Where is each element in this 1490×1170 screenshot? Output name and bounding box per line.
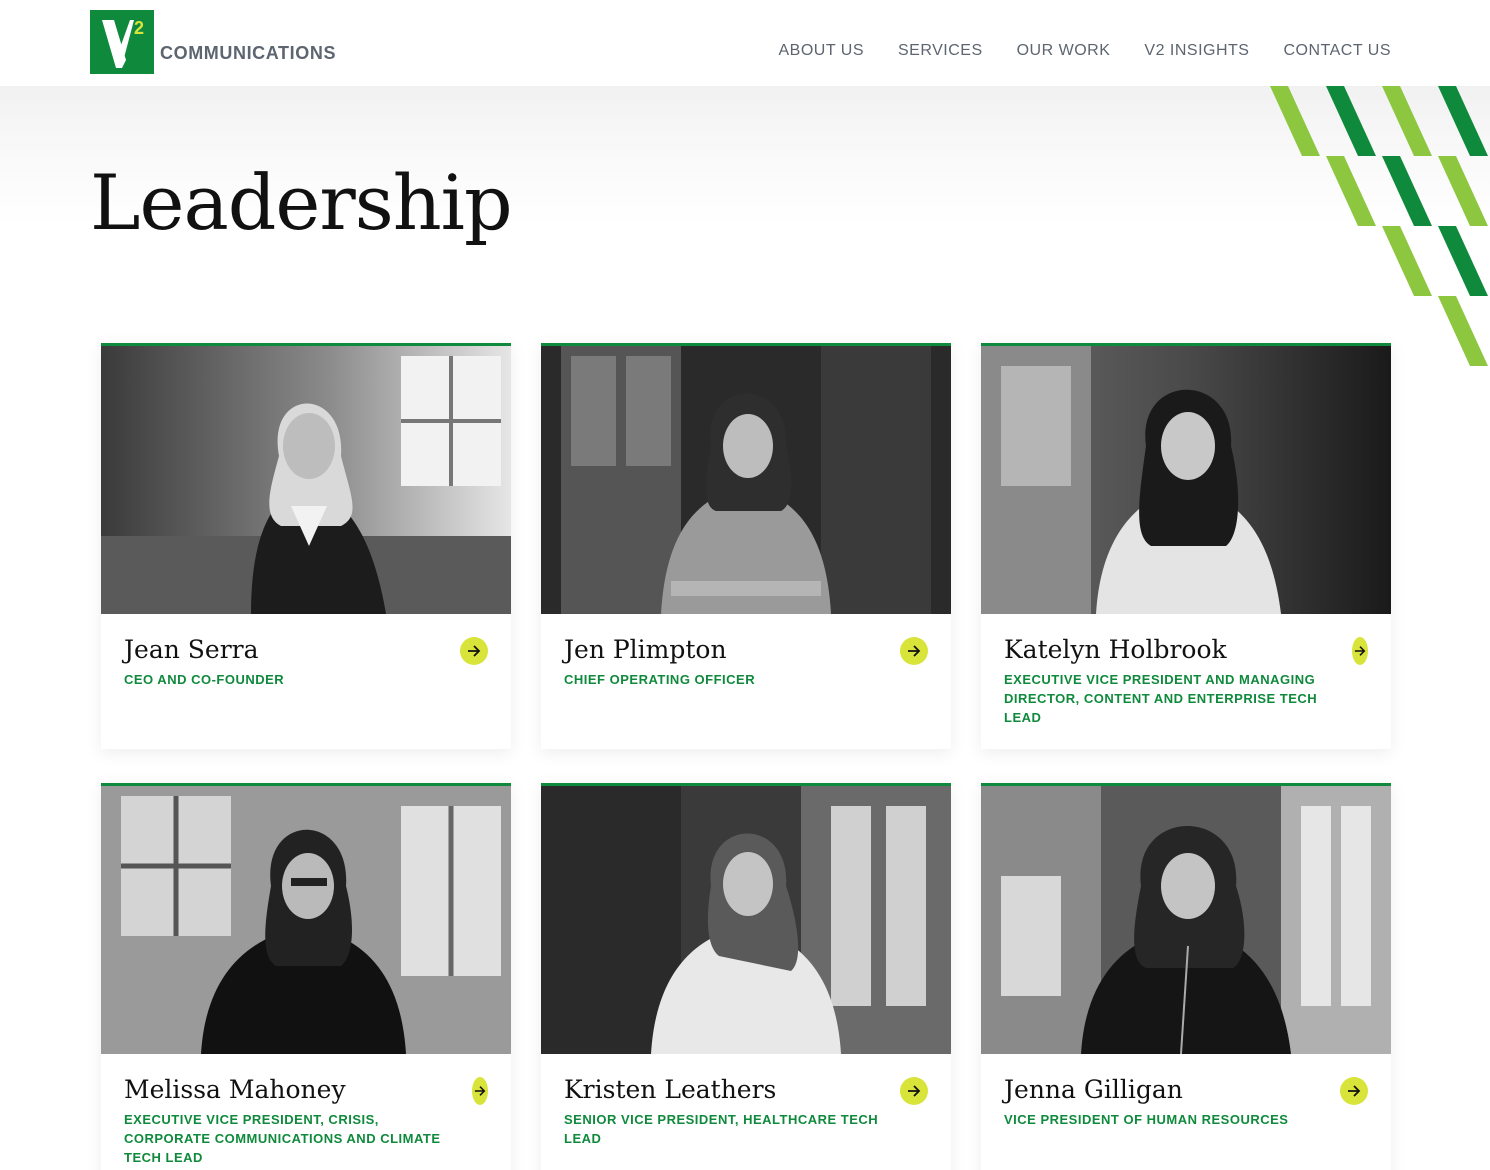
leader-card[interactable]: Jean Serra CEO AND CO-FOUNDER <box>101 343 511 749</box>
page-title: Leadership <box>90 158 513 247</box>
leader-card[interactable]: Jen Plimpton CHIEF OPERATING OFFICER <box>541 343 951 749</box>
v2-logo-icon: 2 <box>90 10 154 74</box>
leader-name[interactable]: Jenna Gilligan <box>1004 1074 1368 1106</box>
leader-role: CEO AND CO-FOUNDER <box>124 672 285 687</box>
leader-photo[interactable] <box>541 346 951 614</box>
arrow-right-icon[interactable] <box>900 1077 928 1105</box>
leader-role: EXECUTIVE VICE PRESIDENT, CRISIS, CORPOR… <box>124 1112 441 1165</box>
leader-name[interactable]: Jean Serra <box>124 634 488 666</box>
leader-name[interactable]: Melissa Mahoney <box>124 1074 488 1106</box>
arrow-right-icon[interactable] <box>1340 1077 1368 1105</box>
logo-text: COMMUNICATIONS <box>160 43 337 63</box>
leader-role: VICE PRESIDENT OF HUMAN RESOURCES <box>1004 1112 1289 1127</box>
nav-v2-insights[interactable]: V2 INSIGHTS <box>1144 42 1249 60</box>
arrow-right-icon[interactable] <box>900 637 928 665</box>
leader-photo[interactable] <box>101 786 511 1054</box>
arrow-right-icon[interactable] <box>472 1077 488 1105</box>
logo-link[interactable]: 2 COMMUNICATIONS <box>90 10 336 74</box>
logo-superscript: 2 <box>134 18 144 38</box>
leader-card[interactable]: Kristen Leathers SENIOR VICE PRESIDENT, … <box>541 783 951 1170</box>
nav-contact-us[interactable]: CONTACT US <box>1283 42 1391 60</box>
leader-card[interactable]: Jenna Gilligan VICE PRESIDENT OF HUMAN R… <box>981 783 1391 1170</box>
leader-photo[interactable] <box>981 786 1391 1054</box>
leader-photo[interactable] <box>541 786 951 1054</box>
leader-role: SENIOR VICE PRESIDENT, HEALTHCARE TECH L… <box>564 1112 879 1146</box>
leader-role: CHIEF OPERATING OFFICER <box>564 672 756 687</box>
leader-name[interactable]: Jen Plimpton <box>564 634 928 666</box>
arrow-right-icon[interactable] <box>460 637 488 665</box>
leader-card[interactable]: Melissa Mahoney EXECUTIVE VICE PRESIDENT… <box>101 783 511 1170</box>
leader-card[interactable]: Katelyn Holbrook EXECUTIVE VICE PRESIDEN… <box>981 343 1391 749</box>
leader-name[interactable]: Katelyn Holbrook <box>1004 634 1368 666</box>
arrow-right-icon[interactable] <box>1352 637 1368 665</box>
leader-photo[interactable] <box>101 346 511 614</box>
nav-services[interactable]: SERVICES <box>898 42 983 60</box>
nav-about-us[interactable]: ABOUT US <box>778 42 864 60</box>
decorative-stripes <box>1270 86 1488 366</box>
leader-role: EXECUTIVE VICE PRESIDENT AND MANAGING DI… <box>1004 672 1318 725</box>
nav-our-work[interactable]: OUR WORK <box>1017 42 1111 60</box>
leader-name[interactable]: Kristen Leathers <box>564 1074 928 1106</box>
site-header: 2 COMMUNICATIONS ABOUT US SERVICES OUR W… <box>0 0 1490 86</box>
main-nav: ABOUT US SERVICES OUR WORK V2 INSIGHTS C… <box>744 42 1391 60</box>
leader-photo[interactable] <box>981 346 1391 614</box>
